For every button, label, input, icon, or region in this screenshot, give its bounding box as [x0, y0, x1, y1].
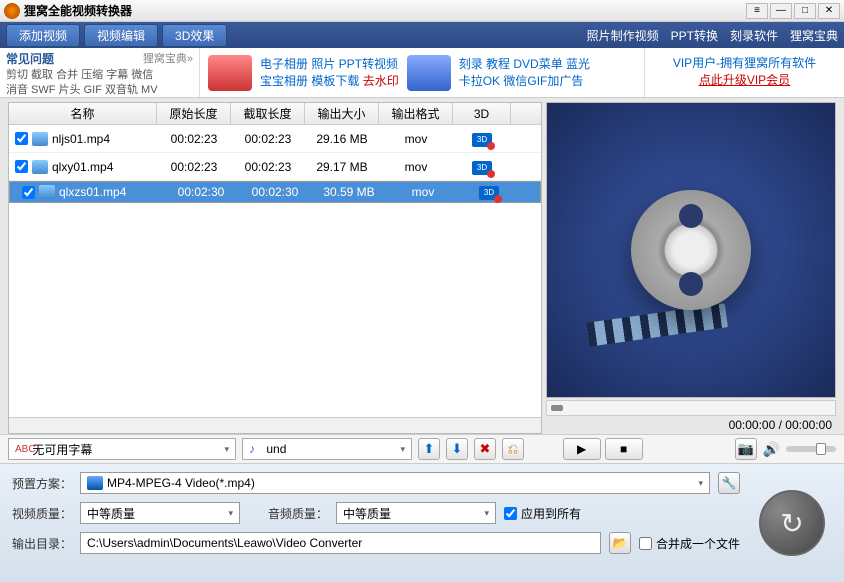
- faq-more[interactable]: 狸窝宝典»: [143, 50, 193, 67]
- out-size: 29.17 MB: [305, 160, 379, 174]
- row-check[interactable]: [15, 132, 28, 145]
- 3d-effect-button[interactable]: 3D效果: [162, 24, 227, 47]
- bottom-panel: 预置方案： MP4-MPEG-4 Video(*.mp4)▾ 🔧 视频质量： 中…: [0, 464, 844, 582]
- main-toolbar: 添加视频 视频编辑 3D效果 照片制作视频 PPT转换 刻录软件 狸窝宝典: [0, 22, 844, 48]
- 3d-badge[interactable]: 3D: [472, 161, 492, 175]
- move-down-button[interactable]: ⬇: [446, 438, 468, 460]
- audio-quality-select[interactable]: 中等质量▾: [336, 502, 496, 524]
- title-bar: 狸窝全能视频转换器 ≡ — □ ✕: [0, 0, 844, 22]
- filmstrip-icon: [586, 303, 728, 346]
- promo-strip: 常见问题 狸窝宝典» 剪切 截取 合并 压缩 字幕 微信 消音 SWF 片头 G…: [0, 48, 844, 98]
- move-up-button[interactable]: ⬆: [418, 438, 440, 460]
- cut-len: 00:02:30: [238, 185, 312, 199]
- clear-button[interactable]: ⎌: [502, 438, 524, 460]
- burn-thumb-icon: [407, 55, 451, 91]
- profile-settings-button[interactable]: 🔧: [718, 472, 740, 494]
- vip-upgrade-link[interactable]: 点此升级VIP会员: [651, 71, 838, 88]
- preview-pane: 00:00:00 / 00:00:00: [546, 102, 836, 434]
- burn-links[interactable]: 刻录 教程 DVD菜单 蓝光 卡拉OK 微信GIF加广告: [459, 56, 590, 90]
- file-icon: [32, 160, 48, 174]
- subtitle-icon: ABC: [15, 444, 29, 455]
- album-thumb-icon: [208, 55, 252, 91]
- baodian-link[interactable]: 狸窝宝典: [790, 27, 838, 44]
- col-out-fmt[interactable]: 输出格式: [379, 103, 453, 124]
- vip-text: VIP用户-拥有狸窝所有软件: [651, 54, 838, 71]
- out-fmt: mov: [379, 160, 453, 174]
- stop-button[interactable]: ■: [605, 438, 643, 460]
- merge-check[interactable]: 合并成一个文件: [639, 535, 740, 552]
- file-name: qlxzs01.mp4: [59, 185, 126, 199]
- audio-track-select[interactable]: ♪ und▾: [242, 438, 412, 460]
- profile-label: 预置方案：: [12, 475, 72, 492]
- video-preview[interactable]: [546, 102, 836, 398]
- row-check[interactable]: [22, 186, 35, 199]
- table-row[interactable]: qlxzs01.mp400:02:3000:02:3030.59 MBmov3D: [9, 181, 541, 203]
- video-format-icon: [87, 476, 103, 490]
- out-size: 30.59 MB: [312, 185, 386, 199]
- apply-all-check[interactable]: 应用到所有: [504, 505, 581, 522]
- orig-len: 00:02:23: [157, 160, 231, 174]
- burn-software-link[interactable]: 刻录软件: [730, 27, 778, 44]
- orig-len: 00:02:30: [164, 185, 238, 199]
- file-list: 名称 原始长度 截取长度 输出大小 输出格式 3D nljs01.mp4 00:0…: [8, 102, 542, 434]
- menu-icon[interactable]: ≡: [746, 3, 768, 19]
- table-row[interactable]: nljs01.mp400:02:2300:02:2329.16 MBmov3D: [9, 125, 541, 153]
- app-icon: [4, 3, 20, 19]
- output-label: 输出目录：: [12, 535, 72, 552]
- cut-len: 00:02:23: [231, 160, 305, 174]
- file-icon: [32, 132, 48, 146]
- aq-label: 音频质量：: [268, 505, 328, 522]
- out-fmt: mov: [386, 185, 460, 199]
- table-row[interactable]: qlxy01.mp400:02:2300:02:2329.17 MBmov3D: [9, 153, 541, 181]
- mid-toolbar: ABC 无可用字幕▾ ♪ und▾ ⬆ ⬇ ✖ ⎌ ▶ ■ 📷 🔊: [0, 434, 844, 464]
- convert-button[interactable]: ↻: [759, 490, 825, 556]
- audio-icon: ♪: [249, 442, 263, 456]
- col-name[interactable]: 名称: [9, 103, 157, 124]
- vq-label: 视频质量：: [12, 505, 72, 522]
- out-fmt: mov: [379, 132, 453, 146]
- volume-slider[interactable]: [786, 446, 836, 452]
- file-name: nljs01.mp4: [52, 132, 110, 146]
- col-3d[interactable]: 3D: [453, 103, 511, 124]
- cut-len: 00:02:23: [231, 132, 305, 146]
- out-size: 29.16 MB: [305, 132, 379, 146]
- seek-bar[interactable]: [546, 400, 836, 416]
- file-icon: [39, 185, 55, 199]
- app-title: 狸窝全能视频转换器: [24, 2, 746, 19]
- add-video-button[interactable]: 添加视频: [6, 24, 80, 47]
- browse-button[interactable]: 📂: [609, 532, 631, 554]
- remove-button[interactable]: ✖: [474, 438, 496, 460]
- orig-len: 00:02:23: [157, 132, 231, 146]
- snapshot-button[interactable]: 📷: [735, 438, 757, 460]
- ppt-convert-link[interactable]: PPT转换: [671, 27, 718, 44]
- col-orig-len[interactable]: 原始长度: [157, 103, 231, 124]
- play-button[interactable]: ▶: [563, 438, 601, 460]
- reel-icon: [631, 190, 751, 310]
- output-path[interactable]: C:\Users\admin\Documents\Leawo\Video Con…: [80, 532, 601, 554]
- minimize-button[interactable]: —: [770, 3, 792, 19]
- h-scrollbar[interactable]: [9, 417, 541, 433]
- profile-select[interactable]: MP4-MPEG-4 Video(*.mp4)▾: [80, 472, 710, 494]
- file-name: qlxy01.mp4: [52, 160, 113, 174]
- volume-icon[interactable]: 🔊: [763, 441, 780, 458]
- album-links[interactable]: 电子相册 照片 PPT转视频 宝宝相册 模板下载 去水印: [260, 56, 399, 90]
- faq-header[interactable]: 常见问题: [6, 50, 54, 67]
- photo-video-link[interactable]: 照片制作视频: [587, 27, 659, 44]
- video-quality-select[interactable]: 中等质量▾: [80, 502, 240, 524]
- subtitle-select[interactable]: ABC 无可用字幕▾: [8, 438, 236, 460]
- edit-video-button[interactable]: 视频编辑: [84, 24, 158, 47]
- maximize-button[interactable]: □: [794, 3, 816, 19]
- col-cut-len[interactable]: 截取长度: [231, 103, 305, 124]
- faq-tags[interactable]: 剪切 截取 合并 压缩 字幕 微信 消音 SWF 片头 GIF 双音轨 MV: [6, 68, 193, 98]
- col-out-size[interactable]: 输出大小: [305, 103, 379, 124]
- 3d-badge[interactable]: 3D: [479, 186, 499, 200]
- close-button[interactable]: ✕: [818, 3, 840, 19]
- row-check[interactable]: [15, 160, 28, 173]
- 3d-badge[interactable]: 3D: [472, 133, 492, 147]
- timecode: 00:00:00 / 00:00:00: [546, 416, 836, 434]
